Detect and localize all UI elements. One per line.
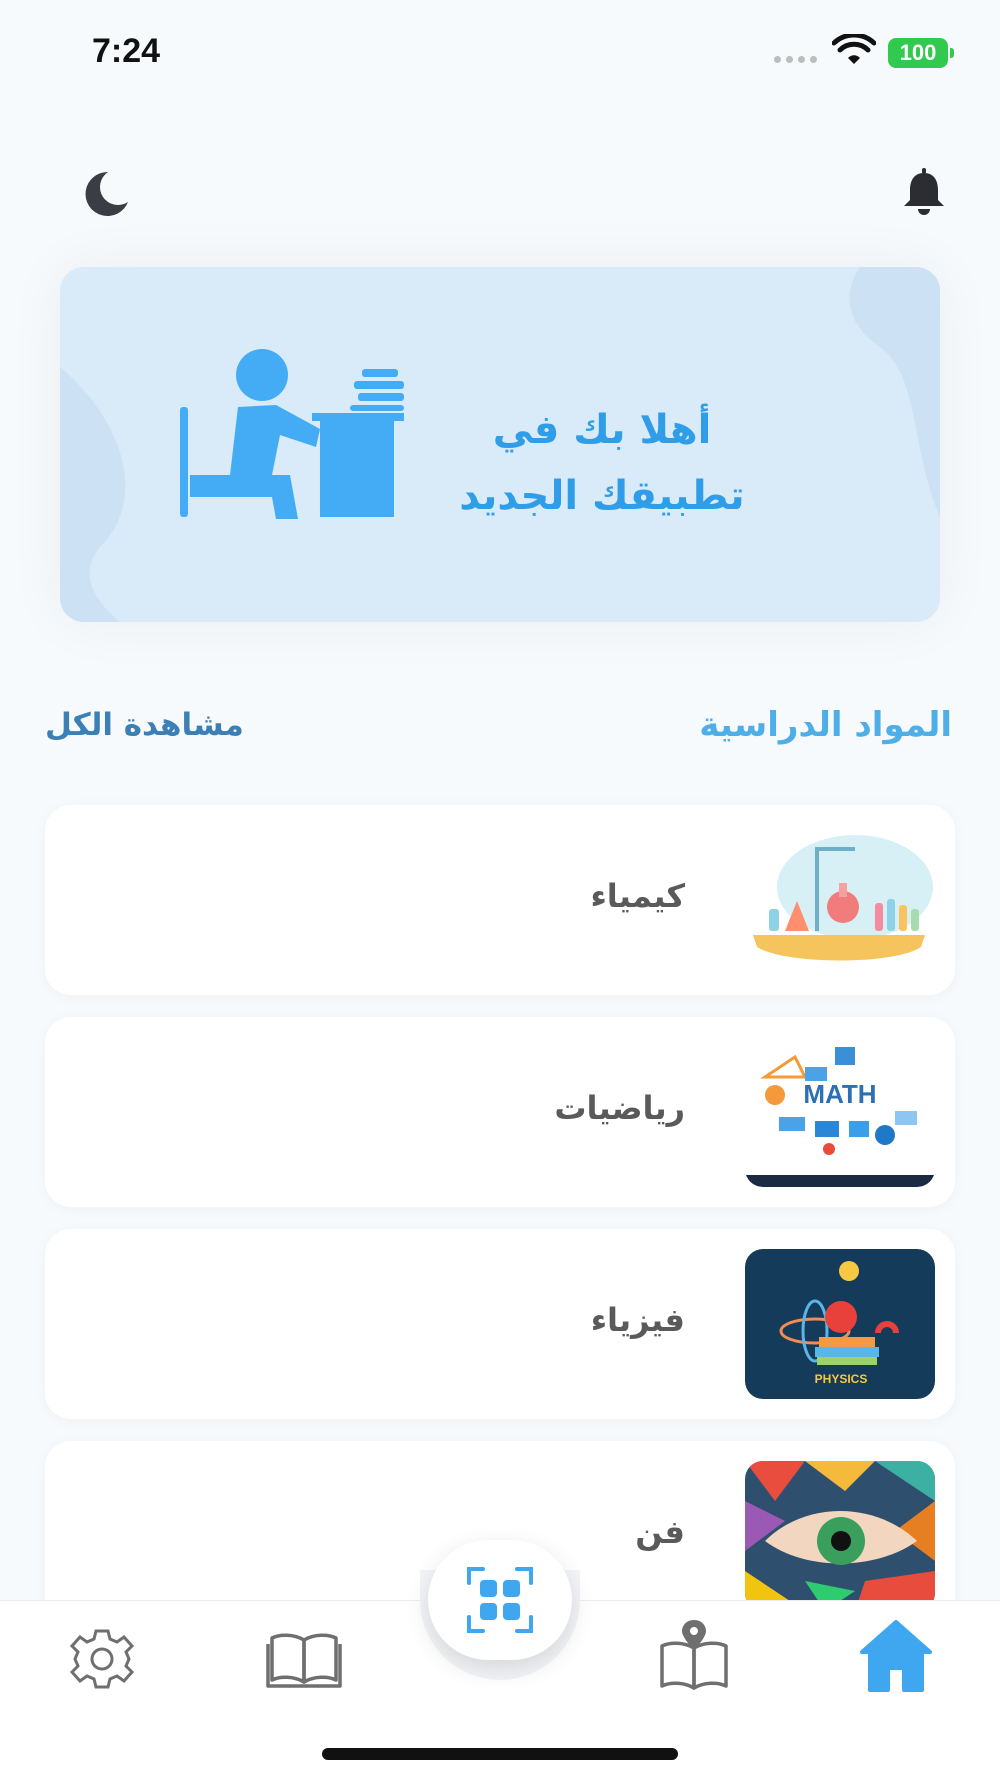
status-bar: 7:24 100 [0, 0, 1000, 110]
battery-level: 100 [899, 40, 937, 65]
bell-icon[interactable] [898, 166, 950, 218]
view-all-link[interactable]: مشاهدة الكل [45, 707, 244, 743]
grid-scan-icon [467, 1567, 533, 1633]
banner-text: أهلا بك في تطبيقك الجديد [392, 397, 812, 529]
banner-wave-decoration [60, 367, 126, 622]
subject-card-chemistry[interactable]: كيمياء [45, 805, 955, 995]
subjects-section-title: المواد الدراسية [699, 705, 952, 745]
book-pin-icon[interactable] [656, 1616, 732, 1696]
gear-icon[interactable] [64, 1624, 140, 1694]
subject-label: فن [635, 1513, 685, 1551]
moon-icon[interactable] [78, 166, 134, 222]
subject-label: فيزياء [590, 1301, 685, 1339]
math-thumb-text: MATH [803, 1079, 876, 1109]
home-icon[interactable] [858, 1618, 934, 1696]
physics-illustration: PHYSICS [745, 1249, 935, 1399]
banner-line-1: أهلا بك في [492, 407, 712, 453]
welcome-banner: أهلا بك في تطبيقك الجديد [60, 267, 940, 622]
banner-line-2: تطبيقك الجديد [459, 473, 745, 519]
open-book-icon[interactable] [266, 1624, 342, 1694]
physics-thumb-text: PHYSICS [815, 1372, 868, 1386]
banner-wave-decoration [849, 267, 940, 517]
home-indicator [322, 1748, 678, 1760]
signal-dots-icon [774, 56, 822, 64]
wifi-icon [832, 34, 876, 64]
scan-button[interactable] [428, 1540, 572, 1660]
subject-card-math[interactable]: MATH رياضيات [45, 1017, 955, 1207]
art-eye-illustration [745, 1461, 935, 1611]
subject-label: كيمياء [590, 877, 685, 915]
chemistry-lab-illustration [745, 825, 935, 975]
subject-card-physics[interactable]: PHYSICS فيزياء [45, 1229, 955, 1419]
status-time: 7:24 [92, 32, 161, 70]
battery-icon: 100 [888, 38, 954, 68]
subject-label: رياضيات [554, 1089, 685, 1127]
math-infographic-illustration: MATH [745, 1037, 935, 1187]
